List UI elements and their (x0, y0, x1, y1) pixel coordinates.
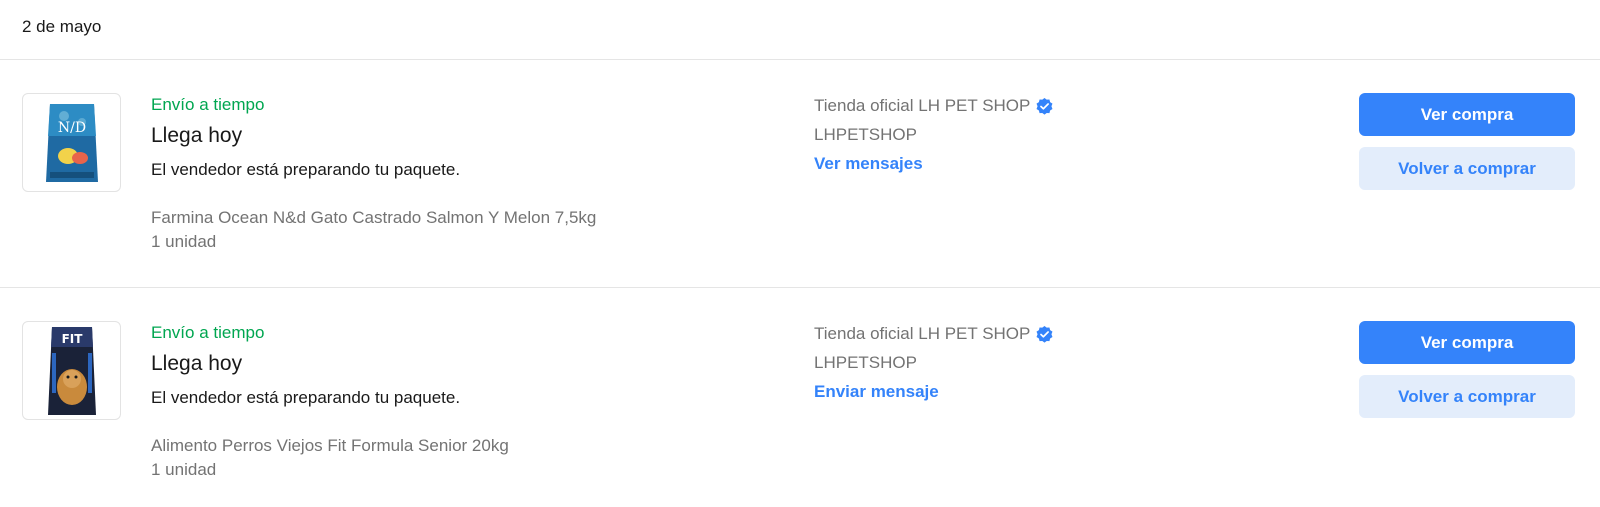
product-quantity: 1 unidad (151, 232, 217, 251)
svg-text:N/D: N/D (57, 120, 85, 136)
seller-nickname: LHPETSHOP (814, 353, 917, 372)
view-purchase-button[interactable]: Ver compra (1359, 321, 1575, 364)
view-purchase-button[interactable]: Ver compra (1359, 93, 1575, 136)
seller-official-store: Tienda oficial LH PET SHOP (814, 324, 1054, 344)
delivery-description: El vendedor está preparando tu paquete. (151, 160, 461, 179)
shipping-status: Envío a tiempo (151, 323, 265, 342)
verified-badge-icon (1036, 325, 1053, 343)
svg-text:FIT: FIT (61, 332, 83, 346)
buy-again-button[interactable]: Volver a comprar (1359, 147, 1575, 190)
date-header: 2 de mayo (0, 0, 1600, 60)
product-thumbnail[interactable]: FIT (22, 321, 121, 420)
seller-official-store: Tienda oficial LH PET SHOP (814, 96, 1054, 116)
seller-official-label: Tienda oficial LH PET SHOP (814, 324, 1031, 343)
order-card: N/D Envío a tiempo Llega hoy El vendedor… (0, 60, 1600, 288)
dog-food-bag-icon: FIT (47, 326, 96, 415)
delivery-description: El vendedor está preparando tu paquete. (151, 388, 461, 407)
buy-again-button[interactable]: Volver a comprar (1359, 375, 1575, 418)
shipping-status: Envío a tiempo (151, 95, 265, 114)
product-thumbnail[interactable]: N/D (22, 93, 121, 192)
seller-official-label: Tienda oficial LH PET SHOP (814, 96, 1031, 115)
cat-food-bag-icon: N/D (45, 103, 98, 182)
seller-nickname: LHPETSHOP (814, 125, 917, 144)
view-messages-link[interactable]: Ver mensajes (814, 154, 923, 174)
product-quantity: 1 unidad (151, 460, 217, 479)
product-title: Farmina Ocean N&d Gato Castrado Salmon Y… (151, 208, 597, 227)
send-message-link[interactable]: Enviar mensaje (814, 382, 939, 402)
purchases-page: 2 de mayo N/D Envío a tiempo Llega hoy E… (0, 0, 1600, 507)
order-card: FIT Envío a tiempo Llega hoy El vendedor… (0, 288, 1600, 507)
delivery-headline: Llega hoy (151, 124, 243, 147)
delivery-headline: Llega hoy (151, 352, 243, 375)
verified-badge-icon (1036, 97, 1053, 115)
product-title: Alimento Perros Viejos Fit Formula Senio… (151, 436, 509, 455)
